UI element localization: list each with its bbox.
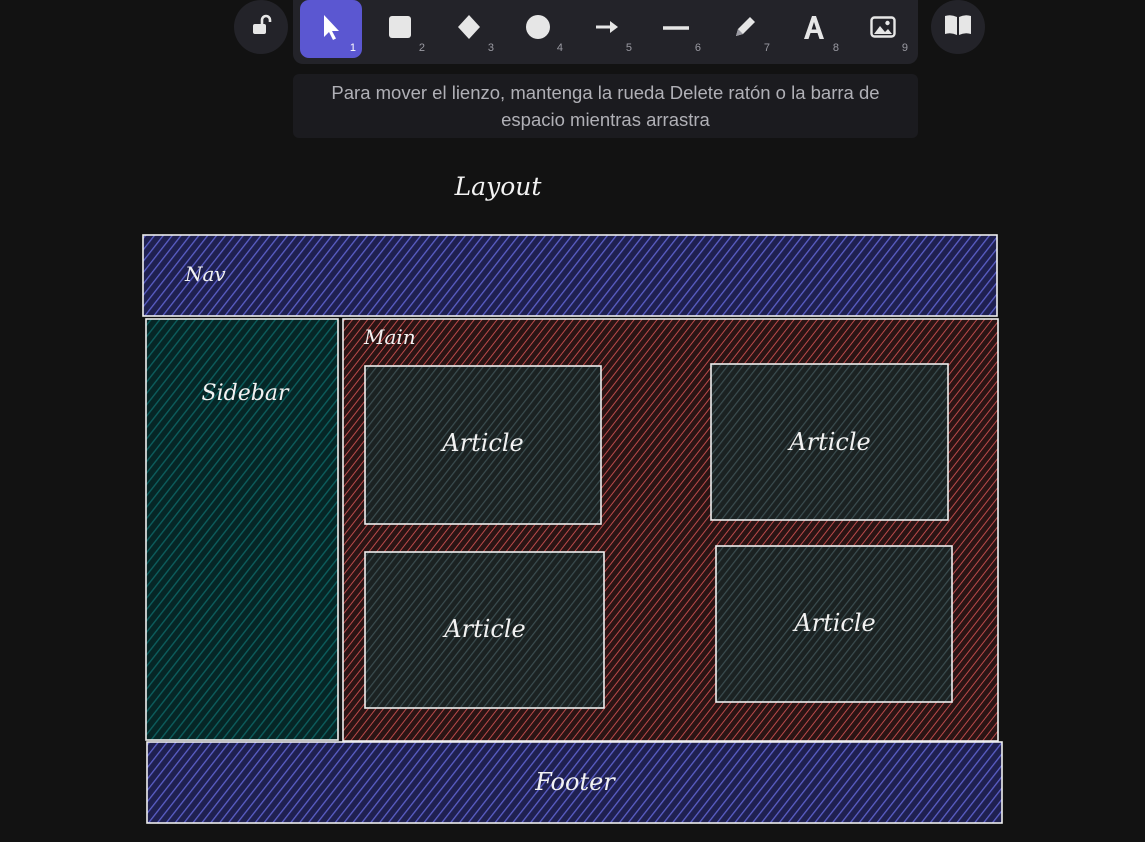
article-label: Article: [440, 429, 523, 457]
footer-shape[interactable]: Footer: [146, 741, 1003, 824]
nav-shape[interactable]: Nav: [142, 234, 998, 317]
article-shape[interactable]: Article: [715, 545, 953, 703]
footer-label: Footer: [534, 768, 616, 796]
diagram-title[interactable]: Layout: [454, 172, 543, 201]
drawing-canvas[interactable]: Layout Nav Sidebar Main Article Article …: [0, 0, 1145, 842]
sidebar-label: Sidebar: [202, 381, 290, 406]
article-label: Article: [442, 615, 525, 643]
nav-label: Nav: [184, 262, 226, 286]
sidebar-shape[interactable]: Sidebar: [145, 318, 339, 741]
article-shape[interactable]: Article: [364, 365, 602, 525]
article-shape[interactable]: Article: [364, 551, 605, 709]
article-label: Article: [792, 609, 875, 637]
main-label: Main: [363, 325, 416, 349]
article-label: Article: [787, 428, 870, 456]
article-shape[interactable]: Article: [710, 363, 949, 521]
